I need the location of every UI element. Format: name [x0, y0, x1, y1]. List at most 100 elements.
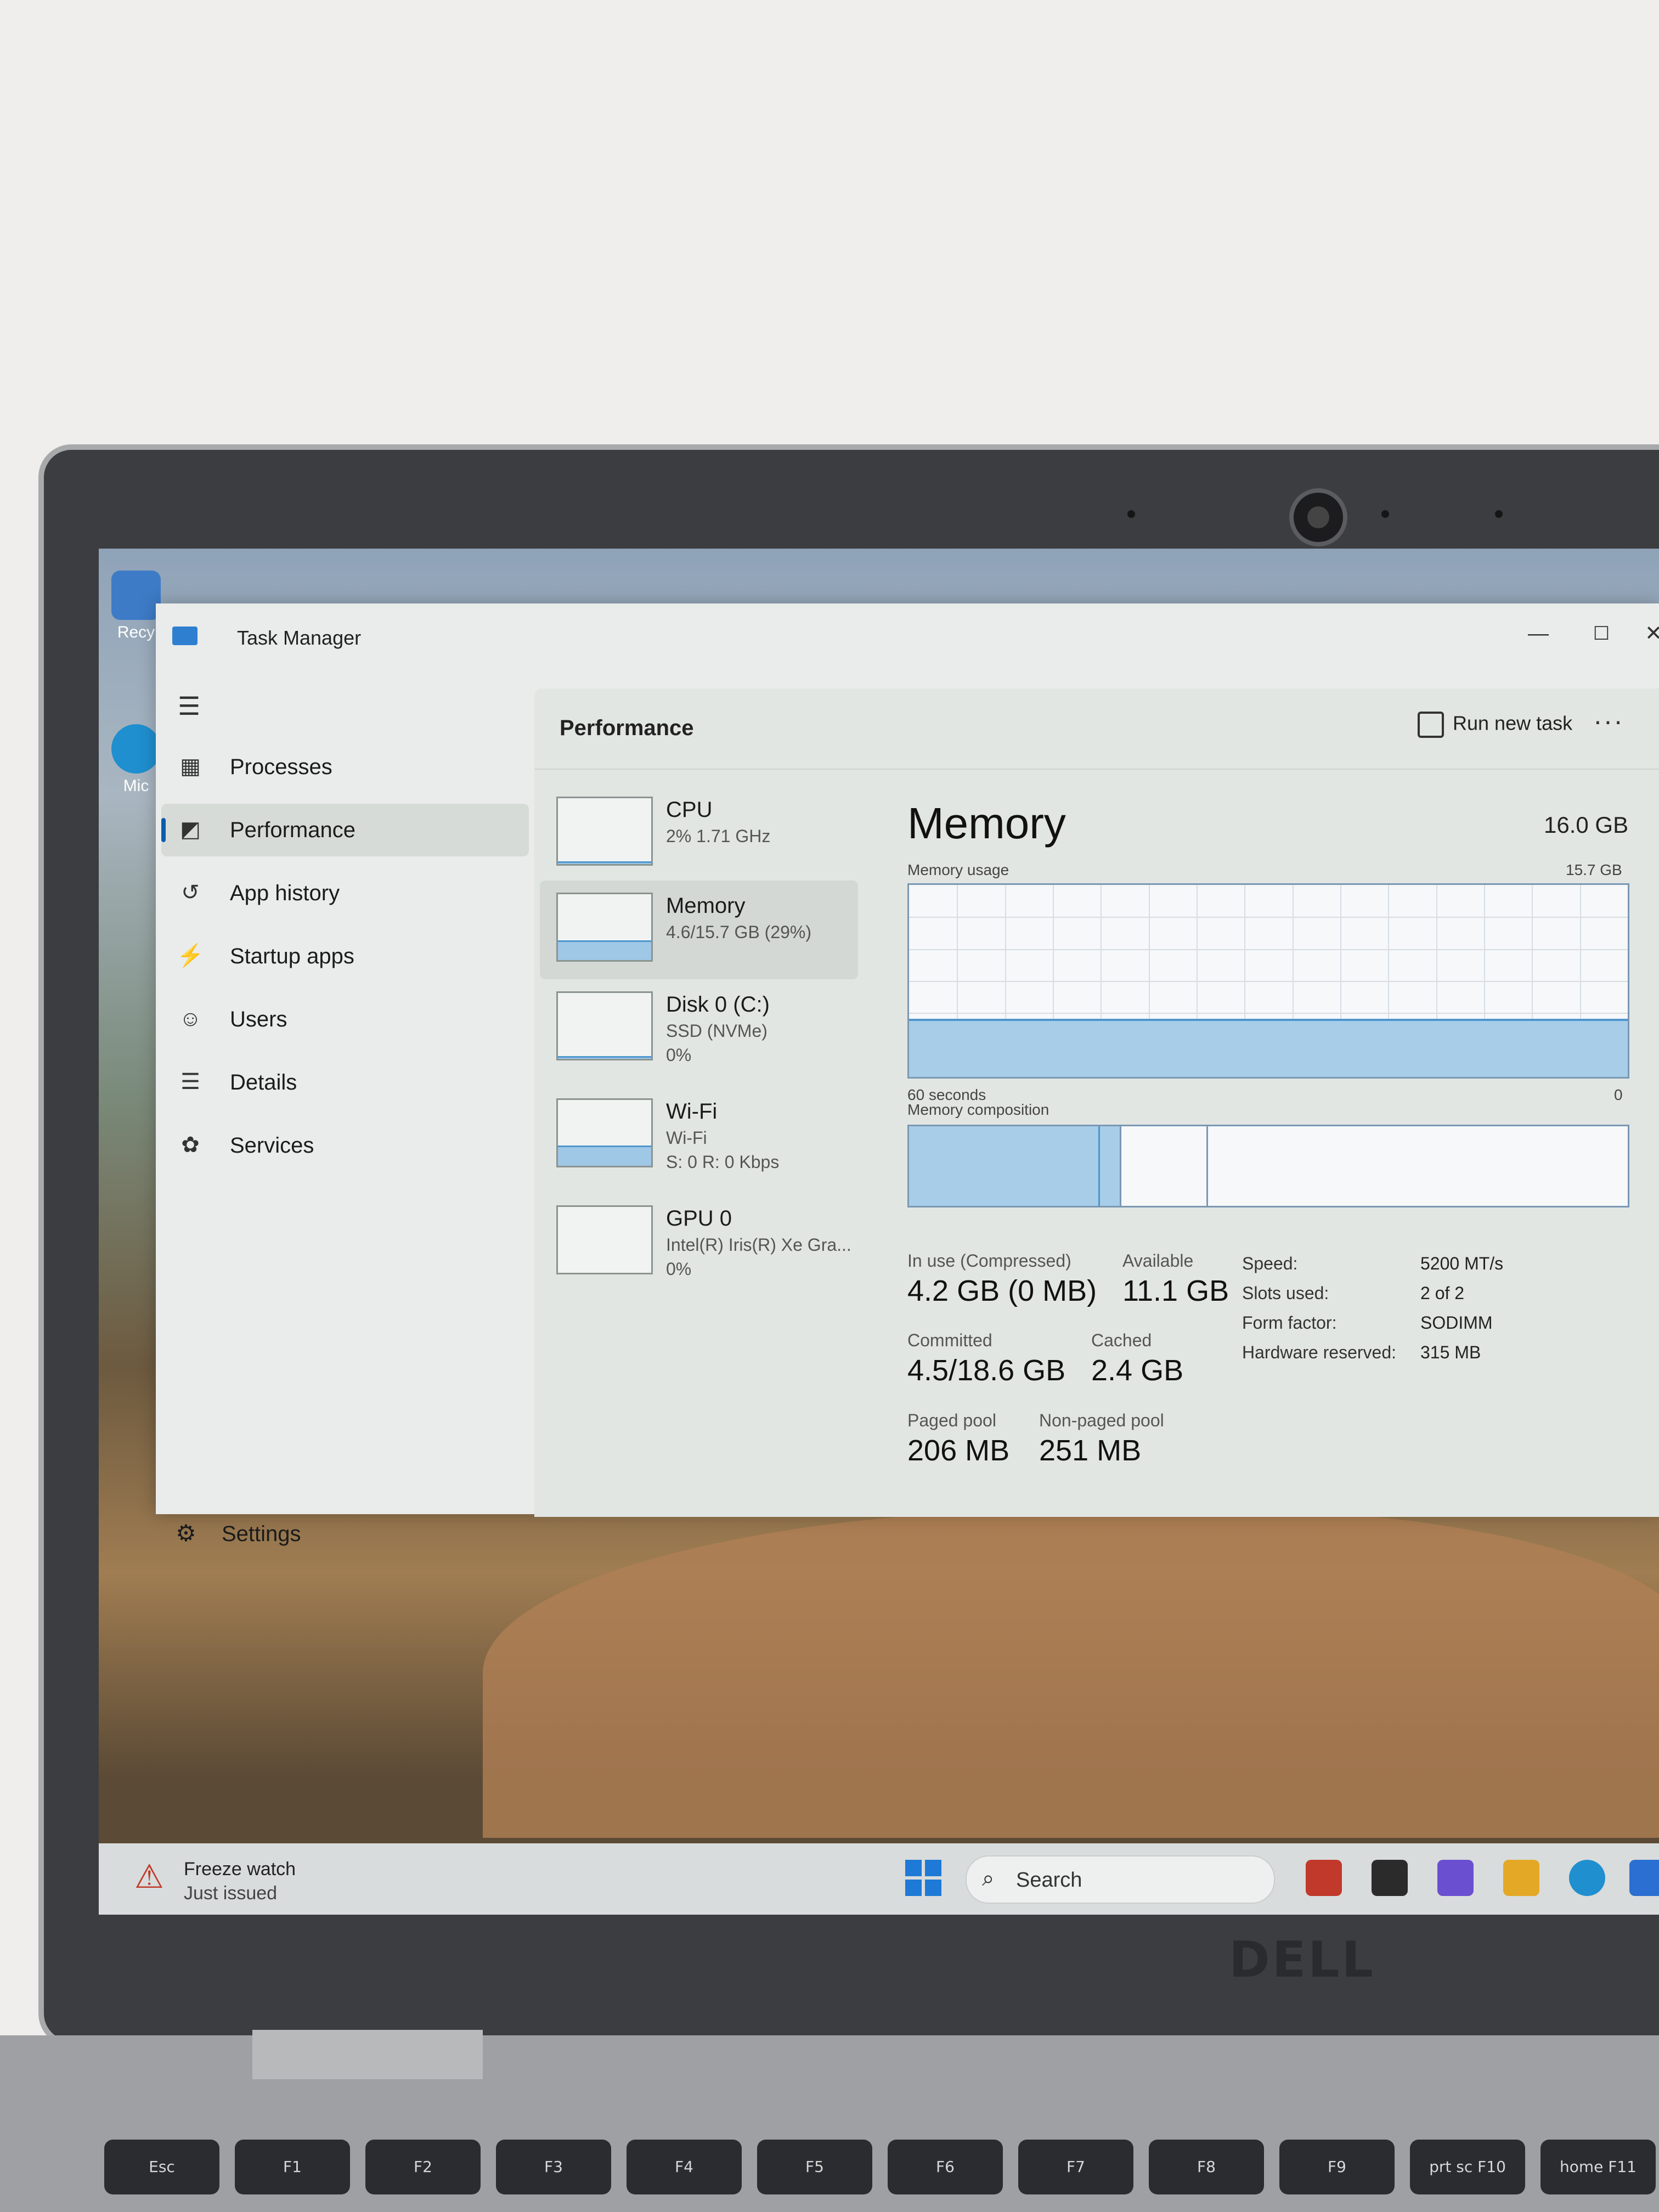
wallpaper-cliff [483, 1509, 1659, 1838]
gridline [909, 1013, 1628, 1014]
close-button[interactable]: ✕ [1643, 614, 1659, 653]
thumbnail-fill [558, 1146, 651, 1166]
resource-name: GPU 0 [666, 1206, 732, 1231]
memory-usage-area [909, 1019, 1628, 1077]
thumbnail-fill [558, 861, 651, 864]
keyboard-key: F5 [757, 2140, 872, 2194]
committed-value: 4.5/18.6 GB [907, 1354, 1066, 1387]
gear-icon: ⚙ [176, 1520, 196, 1546]
resource-thumbnail-graph [556, 1205, 653, 1274]
sidebar-item-startup-apps[interactable]: ⚡ Startup apps [161, 930, 529, 983]
app-history-icon: ↺ [181, 881, 200, 905]
keyboard-key: F3 [496, 2140, 611, 2194]
users-icon: ☺ [179, 1007, 202, 1031]
resource-cpu[interactable]: CPU 2% 1.71 GHz [540, 785, 858, 883]
minimize-button[interactable]: — [1516, 614, 1560, 653]
task-manager-app-icon [172, 627, 198, 645]
sidebar-item-details[interactable]: ☰ Details [161, 1056, 529, 1109]
gridline [909, 981, 1628, 982]
keyboard-key: F1 [235, 2140, 350, 2194]
search-highlight-icon[interactable] [1306, 1860, 1342, 1896]
sensor-dot [1381, 510, 1389, 518]
resource-thumbnail-graph [556, 893, 653, 962]
maximize-button[interactable]: ☐ [1579, 614, 1623, 653]
cached-value: 2.4 GB [1091, 1354, 1184, 1387]
resource-detail-secondary: 0% [666, 1259, 692, 1279]
edge-browser-icon[interactable] [1569, 1860, 1605, 1896]
taskbar-search[interactable]: ⌕ Search [966, 1855, 1275, 1904]
weather-alert-icon: ⚠ [134, 1858, 164, 1895]
sidebar-item-label: App history [230, 881, 340, 905]
sidebar-item-services[interactable]: ✿ Services [161, 1119, 529, 1172]
paged-pool-value: 206 MB [907, 1434, 1010, 1467]
start-button[interactable] [905, 1860, 941, 1896]
run-task-icon [1418, 712, 1444, 738]
spec-key: Speed: [1242, 1254, 1298, 1273]
webcam [1289, 488, 1347, 546]
sidebar-item-performance[interactable]: ◩ Performance [161, 804, 529, 856]
resource-thumbnail-graph [556, 1098, 653, 1167]
keyboard-key: F8 [1149, 2140, 1264, 2194]
composition-modified [1100, 1126, 1121, 1206]
resource-thumbnail-graph [556, 991, 653, 1060]
resource-detail: Wi-Fi [666, 1128, 707, 1148]
resource-detail-secondary: 0% [666, 1045, 692, 1065]
resource-disk-0-c[interactable]: Disk 0 (C:) SSD (NVMe) 0% [540, 979, 858, 1078]
resource-detail: SSD (NVMe) [666, 1021, 768, 1041]
gridline [909, 917, 1628, 918]
cached-label: Cached [1091, 1330, 1152, 1350]
committed-label: Committed [907, 1330, 992, 1350]
resource-detail: 4.6/15.7 GB (29%) [666, 922, 812, 942]
sidebar-item-processes[interactable]: ▦ Processes [161, 741, 529, 793]
available-label: Available [1122, 1251, 1194, 1271]
store-icon[interactable] [1629, 1860, 1659, 1896]
spec-value: 2 of 2 [1420, 1283, 1465, 1303]
resource-detail: 2% 1.71 GHz [666, 826, 771, 846]
windows-logo-tile [905, 1880, 922, 1896]
file-explorer-icon[interactable] [1503, 1860, 1539, 1896]
taskbar: ⚠ Freeze watch Just issued ⌕ Search [99, 1843, 1659, 1915]
screen: Recy Mic Task Manager — ☐ ✕ ☰ ▦ Processes… [99, 549, 1659, 1915]
sidebar-item-app-history[interactable]: ↺ App history [161, 867, 529, 919]
resource-name: Memory [666, 894, 746, 918]
windows-logo-tile [905, 1860, 922, 1876]
memory-composition-label: Memory composition [907, 1101, 1049, 1118]
sidebar-item-users[interactable]: ☺ Users [161, 993, 529, 1046]
desktop-icon-label: Mic [123, 777, 149, 795]
run-new-task-label: Run new task [1453, 712, 1573, 735]
in-use-value: 4.2 GB (0 MB) [907, 1274, 1097, 1307]
menu-icon[interactable]: ☰ [178, 691, 200, 721]
keyboard-key: F6 [888, 2140, 1003, 2194]
sidebar-item-label: Startup apps [230, 944, 354, 968]
task-view-icon[interactable] [1372, 1860, 1408, 1896]
weather-title: Freeze watch [184, 1859, 296, 1880]
brand-logo: DELL [1229, 1931, 1375, 1989]
composition-standby [1121, 1126, 1208, 1206]
resource-gpu-0[interactable]: GPU 0 Intel(R) Iris(R) Xe Gra... 0% [540, 1193, 858, 1292]
keyboard-key: F7 [1018, 2140, 1133, 2194]
resource-wi-fi[interactable]: Wi-Fi Wi-Fi S: 0 R: 0 Kbps [540, 1086, 858, 1185]
resource-memory[interactable]: Memory 4.6/15.7 GB (29%) [540, 881, 858, 979]
keyboard-key: Esc [104, 2140, 219, 2194]
spec-key: Form factor: [1242, 1313, 1337, 1333]
page-title: Performance [560, 716, 694, 740]
sidebar: ☰ ▦ Processes ◩ Performance ↺ App history ⚡ Sta… [156, 653, 534, 1546]
copilot-icon[interactable] [1437, 1860, 1474, 1896]
header-divider [534, 769, 1659, 770]
more-options-icon[interactable]: ··· [1593, 705, 1624, 737]
gridline [909, 949, 1628, 950]
run-new-task-button[interactable]: Run new task [1418, 712, 1572, 744]
spec-key: Hardware reserved: [1242, 1342, 1396, 1362]
sidebar-item-settings[interactable]: ⚙ Settings [172, 1520, 301, 1547]
desktop-icon-label: Recy [117, 623, 155, 641]
memory-usage-label: Memory usage [907, 861, 1009, 878]
in-use-label: In use (Compressed) [907, 1251, 1071, 1271]
title-bar[interactable]: Task Manager — ☐ ✕ [156, 603, 1659, 653]
keyboard-key: home F11 [1541, 2140, 1656, 2194]
settings-label: Settings [222, 1522, 301, 1546]
resource-name: Disk 0 (C:) [666, 992, 770, 1017]
webcam-lens [1307, 506, 1329, 528]
keyboard-key: F4 [627, 2140, 742, 2194]
resource-name: Wi-Fi [666, 1099, 718, 1124]
windows-logo-tile [925, 1860, 941, 1876]
